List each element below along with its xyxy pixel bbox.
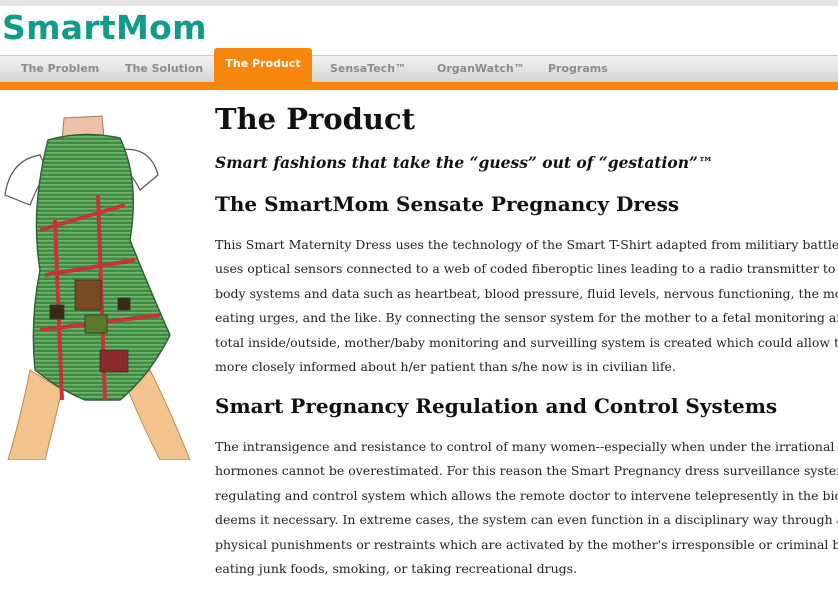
nav-item-programs[interactable]: Programs <box>548 62 608 75</box>
paragraph-line: eating junk foods, smoking, or taking re… <box>215 560 578 576</box>
page-title: The Product <box>215 102 416 136</box>
section-heading-regulation-control: Smart Pregnancy Regulation and Control S… <box>215 394 778 418</box>
site-logo[interactable]: SmartMom <box>2 8 207 47</box>
pregnancy-dress-illustration <box>4 115 191 460</box>
section-heading-sensate-dress: The SmartMom Sensate Pregnancy Dress <box>215 192 680 216</box>
paragraph-line: more closely informed about h/er patient… <box>215 358 676 374</box>
paragraph-line: This Smart Maternity Dress uses the tech… <box>215 237 838 252</box>
nav-item-the-product-label: The Product <box>225 57 301 70</box>
window-top-edge <box>0 0 838 6</box>
nav-item-the-product[interactable]: The Product <box>214 48 312 82</box>
nav-item-sensatech[interactable]: SensaTech™ <box>330 62 406 75</box>
nav-item-the-problem[interactable]: The Problem <box>21 62 99 75</box>
paragraph-line: hormones cannot be overestimated. For th… <box>215 463 838 479</box>
paragraph-line: body systems and data such as heartbeat,… <box>215 285 838 301</box>
nav-accent-stripe <box>0 82 838 90</box>
paragraph-line: The intransigence and resistance to cont… <box>215 439 838 454</box>
section-paragraph-sensate-dress: This Smart Maternity Dress uses the tech… <box>215 233 838 379</box>
paragraph-line: uses optical sensors connected to a web … <box>215 261 838 277</box>
paragraph-line: regulating and control system which allo… <box>215 487 838 503</box>
nav-item-organwatch[interactable]: OrganWatch™ <box>437 62 525 75</box>
paragraph-line: physical punishments or restraints which… <box>215 536 838 552</box>
paragraph-line: deems it necessary. In extreme cases, th… <box>215 512 838 528</box>
nav-item-the-solution[interactable]: The Solution <box>125 62 203 75</box>
paragraph-line: total inside/outside, mother/baby monito… <box>215 334 838 350</box>
section-paragraph-regulation-control: The intransigence and resistance to cont… <box>215 435 838 581</box>
paragraph-line: eating urges, and the like. By connectin… <box>215 310 838 326</box>
page-tagline: Smart fashions that take the “guess” out… <box>215 153 714 172</box>
